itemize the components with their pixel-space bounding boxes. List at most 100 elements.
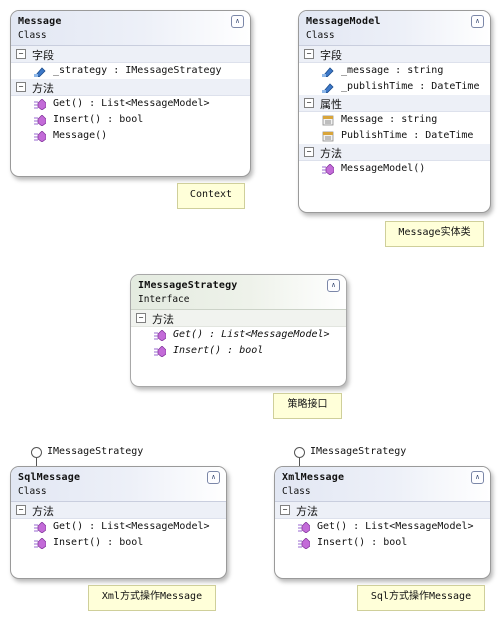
section-label: 方法 [32,505,54,518]
method-icon [34,99,46,110]
class-name: MessageModel [306,16,381,27]
implements-lollipop: IMessageStrategy [31,446,181,467]
method-member[interactable]: Insert() : bool [11,535,226,551]
collapse-chevron-icon[interactable]: ∧ [207,471,220,484]
implemented-interface-label: IMessageStrategy [310,446,407,457]
property-member[interactable]: PublishTime : DateTime [299,128,490,144]
class-header: XmlMessage Class ∧ [275,467,490,502]
class-name: Message [18,16,62,27]
property-icon [322,115,334,126]
method-member[interactable]: Message() [11,128,250,144]
interface-stereotype: Interface [138,294,190,305]
member-text: Get() : List<MessageModel> [173,329,330,340]
method-icon [34,131,46,142]
method-member[interactable]: Get() : List<MessageModel> [131,327,346,343]
section-label: 方法 [32,82,54,95]
methods-section-header[interactable]: − 方法 [275,502,490,519]
field-member[interactable]: _publishTime : DateTime [299,79,490,95]
property-member[interactable]: Message : string [299,112,490,128]
implemented-interface-label: IMessageStrategy [47,446,144,457]
member-text: Get() : List<MessageModel> [317,521,474,532]
field-icon [322,67,334,77]
collapse-toggle-icon[interactable]: − [16,505,26,515]
method-icon [154,346,166,357]
interface-name: IMessageStrategy [138,280,238,291]
section-label: 方法 [320,147,342,160]
section-label: 方法 [296,505,318,518]
member-text: Insert() : bool [53,114,144,125]
method-member[interactable]: Get() : List<MessageModel> [11,519,226,535]
imessage-strategy-interface-box[interactable]: IMessageStrategy Interface ∧ − 方法 Get() … [130,274,347,387]
implements-lollipop: IMessageStrategy [294,446,444,467]
collapse-chevron-icon[interactable]: ∧ [231,15,244,28]
sql-message-note: Xml方式操作Message [88,585,216,611]
member-text: Get() : List<MessageModel> [53,98,210,109]
method-icon [34,522,46,533]
method-member[interactable]: Insert() : bool [275,535,490,551]
collapse-toggle-icon[interactable]: − [304,98,314,108]
collapse-toggle-icon[interactable]: − [304,49,314,59]
xml-message-note: Sql方式操作Message [357,585,485,611]
xml-message-class-box[interactable]: XmlMessage Class ∧ − 方法 Get() : List<Mes… [274,466,491,579]
field-icon [322,83,334,93]
collapse-toggle-icon[interactable]: − [304,147,314,157]
message-entity-note: Message实体类 [385,221,484,247]
methods-section-header[interactable]: − 方法 [11,502,226,519]
member-text: Message : string [341,114,438,125]
member-text: Get() : List<MessageModel> [53,521,210,532]
property-icon [322,131,334,142]
class-header: Message Class ∧ [11,11,250,46]
collapse-toggle-icon[interactable]: − [136,313,146,323]
section-label: 字段 [32,49,54,62]
member-text: Message() [53,130,108,141]
collapse-chevron-icon[interactable]: ∧ [327,279,340,292]
method-icon [34,115,46,126]
class-stereotype: Class [18,486,47,497]
method-icon [298,538,310,549]
method-icon [154,330,166,341]
member-text: Insert() : bool [317,537,408,548]
member-text: PublishTime : DateTime [341,130,474,141]
field-member[interactable]: _strategy : IMessageStrategy [11,63,250,79]
collapse-chevron-icon[interactable]: ∧ [471,471,484,484]
class-stereotype: Class [18,30,47,41]
method-member[interactable]: Insert() : bool [131,343,346,359]
field-icon [34,67,46,77]
fields-section-header[interactable]: − 字段 [11,46,250,63]
properties-section-header[interactable]: − 属性 [299,95,490,112]
message-class-box[interactable]: Message Class ∧ − 字段 _strategy : IMessag… [10,10,251,177]
interface-lollipop-icon [31,447,42,458]
collapse-chevron-icon[interactable]: ∧ [471,15,484,28]
method-member[interactable]: MessageModel() [299,161,490,177]
section-label: 字段 [320,49,342,62]
methods-section-header[interactable]: − 方法 [299,144,490,161]
message-model-class-box[interactable]: MessageModel Class ∧ − 字段 _message : str… [298,10,491,213]
interface-lollipop-icon [294,447,305,458]
collapse-toggle-icon[interactable]: − [16,82,26,92]
member-text: _strategy : IMessageStrategy [53,65,222,76]
member-text: Insert() : bool [173,345,264,356]
method-icon [34,538,46,549]
fields-section-header[interactable]: − 字段 [299,46,490,63]
method-member[interactable]: Get() : List<MessageModel> [11,96,250,112]
collapse-toggle-icon[interactable]: − [280,505,290,515]
interface-header: IMessageStrategy Interface ∧ [131,275,346,310]
class-name: XmlMessage [282,472,345,483]
context-note: Context [177,183,245,209]
class-header: SqlMessage Class ∧ [11,467,226,502]
method-member[interactable]: Insert() : bool [11,112,250,128]
section-label: 方法 [152,313,174,326]
class-stereotype: Class [282,486,311,497]
class-stereotype: Class [306,30,335,41]
member-text: Insert() : bool [53,537,144,548]
class-name: SqlMessage [18,472,81,483]
member-text: _publishTime : DateTime [341,81,480,92]
strategy-interface-note: 策略接口 [273,393,342,419]
methods-section-header[interactable]: − 方法 [11,79,250,96]
sql-message-class-box[interactable]: SqlMessage Class ∧ − 方法 Get() : List<Mes… [10,466,227,579]
methods-section-header[interactable]: − 方法 [131,310,346,327]
method-member[interactable]: Get() : List<MessageModel> [275,519,490,535]
field-member[interactable]: _message : string [299,63,490,79]
member-text: _message : string [341,65,444,76]
collapse-toggle-icon[interactable]: − [16,49,26,59]
